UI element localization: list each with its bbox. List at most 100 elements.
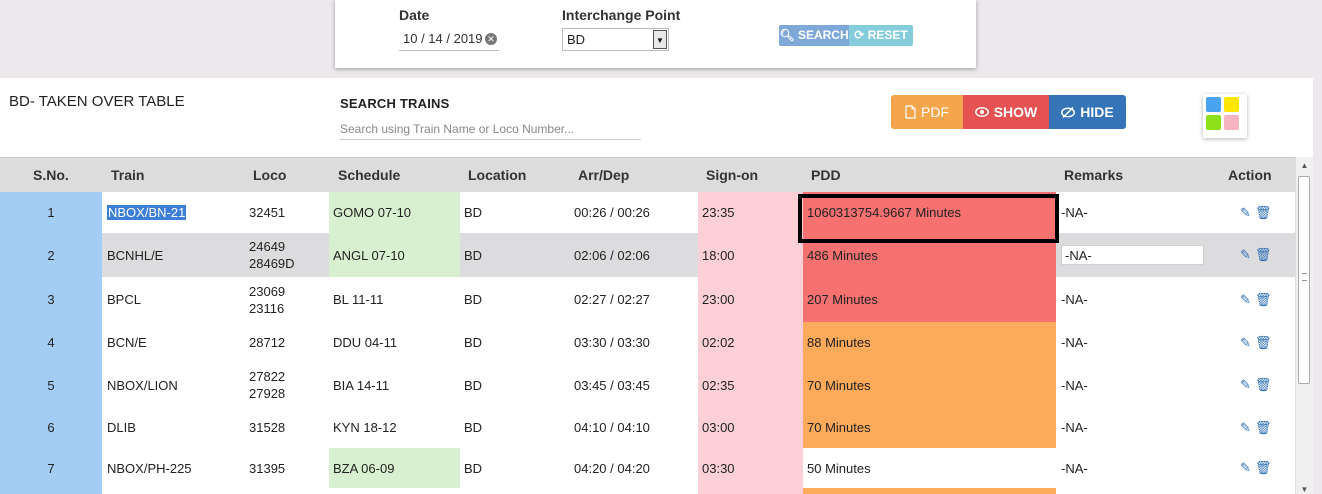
row-signon: 18:00 bbox=[698, 233, 803, 277]
row-sno: 2 bbox=[0, 233, 102, 277]
header-loco[interactable]: Loco bbox=[253, 158, 286, 193]
interchange-label: Interchange Point bbox=[562, 7, 681, 23]
loco-number: 31528 bbox=[249, 420, 286, 435]
edit-icon[interactable]: ✎ bbox=[1240, 377, 1251, 393]
row-pdd: 1060313754.9667 Minutes bbox=[803, 192, 1056, 233]
search-trains-input[interactable] bbox=[340, 118, 641, 140]
trash-icon[interactable]: 🗑︎ bbox=[1255, 460, 1272, 476]
row-schedule: BZA 06-09 bbox=[329, 448, 460, 488]
color-swatch-yellow[interactable] bbox=[1224, 97, 1239, 112]
row-loco: 28712 bbox=[245, 322, 328, 363]
color-swatch-pink[interactable] bbox=[1224, 115, 1239, 130]
edit-icon[interactable]: ✎ bbox=[1240, 247, 1251, 263]
eye-icon bbox=[974, 107, 989, 117]
edit-icon[interactable]: ✎ bbox=[1240, 460, 1251, 476]
header-train[interactable]: Train bbox=[111, 158, 144, 193]
loco-number: 31395 bbox=[249, 460, 286, 476]
row-arrdep: 04:20 / 04:20 bbox=[574, 460, 650, 476]
trash-icon[interactable]: 🗑︎ bbox=[1255, 247, 1272, 263]
table-row[interactable]: 3 BPCL 23069 23116 BL 11-11 BD 02:27 / 02… bbox=[0, 277, 1295, 322]
color-swatch-green[interactable] bbox=[1206, 115, 1221, 130]
row-actions: ✎ 🗑︎ bbox=[1236, 448, 1276, 488]
table-row[interactable]: 2 BCNHL/E 24649 28469D ANGL 07-10 BD 02:0… bbox=[0, 233, 1295, 277]
header-location[interactable]: Location bbox=[468, 158, 526, 193]
table-row[interactable]: 6 DLIB 31528 KYN 18-12 BD 04:10 / 04:10 … bbox=[0, 407, 1295, 448]
header-pdd[interactable]: PDD bbox=[811, 158, 841, 193]
taken-over-panel: BD- TAKEN OVER TABLE SEARCH TRAINS PDF S… bbox=[0, 78, 1313, 494]
row-actions: ✎ 🗑︎ bbox=[1236, 192, 1276, 233]
row-remarks[interactable]: -NA- bbox=[1057, 363, 1207, 407]
row-location: BD bbox=[464, 420, 483, 435]
dropdown-arrow-icon[interactable]: ▼ bbox=[653, 30, 667, 49]
row-signon: 02:35 bbox=[698, 363, 803, 407]
trash-icon[interactable]: 🗑︎ bbox=[1255, 420, 1272, 436]
reset-button[interactable]: ⟳ RESET bbox=[849, 25, 913, 46]
row-arrdep: 03:45 / 03:45 bbox=[574, 377, 650, 393]
row-pdd: 70 Minutes bbox=[803, 407, 1056, 448]
color-swatch-blue[interactable] bbox=[1206, 97, 1221, 112]
table-row[interactable]: 5 NBOX/LION 27822 27928 BIA 14-11 BD 03:4… bbox=[0, 363, 1295, 407]
table-row[interactable]: 4 BCN/E 28712 DDU 04-11 BD 03:30 / 03:30… bbox=[0, 322, 1295, 363]
row-schedule: GOMO 07-10 bbox=[329, 192, 460, 233]
loco-number: 32451 bbox=[249, 205, 286, 220]
trash-icon[interactable]: 🗑︎ bbox=[1255, 377, 1272, 393]
header-signon[interactable]: Sign-on bbox=[706, 158, 758, 193]
header-schedule[interactable]: Schedule bbox=[338, 158, 400, 193]
header-arrdep[interactable]: Arr/Dep bbox=[578, 158, 629, 193]
row-train[interactable]: NBOX/PH-225 bbox=[103, 448, 243, 488]
edit-icon[interactable]: ✎ bbox=[1240, 420, 1251, 436]
scrollbar-thumb[interactable] bbox=[1298, 176, 1310, 384]
row-schedule: KYN 18-12 bbox=[333, 420, 397, 435]
row-train[interactable]: NBOX/BN-21 bbox=[103, 192, 243, 233]
loco-number-2: 23116 bbox=[249, 300, 285, 316]
refresh-icon: ⟳ bbox=[854, 28, 865, 42]
row-loco: 31395 bbox=[245, 448, 328, 488]
row-train[interactable]: NBOX/LION bbox=[103, 363, 243, 407]
row-pdd: 70 Minutes bbox=[803, 363, 1056, 407]
row-pdd: 486 Minutes bbox=[803, 233, 1056, 277]
date-value: 10 / 14 / 2019 bbox=[403, 31, 483, 46]
table-row[interactable]: 1 NBOX/BN-21 32451 GOMO 07-10 BD 00:26 /… bbox=[0, 192, 1295, 233]
header-sno[interactable]: S.No. bbox=[33, 158, 69, 193]
row-schedule: BL 11-11 bbox=[333, 292, 384, 307]
row-remarks[interactable]: -NA- bbox=[1057, 192, 1207, 233]
trash-icon[interactable]: 🗑︎ bbox=[1255, 292, 1272, 308]
edit-icon[interactable]: ✎ bbox=[1240, 335, 1251, 351]
table-scrollbar[interactable]: ▲ ▼ bbox=[1295, 157, 1313, 494]
remarks-input[interactable]: -NA- bbox=[1061, 245, 1204, 265]
interchange-select[interactable]: BD ▼ bbox=[562, 28, 669, 51]
row-remarks[interactable]: -NA- bbox=[1057, 322, 1207, 363]
trash-icon[interactable]: 🗑︎ bbox=[1255, 335, 1272, 351]
edit-icon[interactable]: ✎ bbox=[1240, 205, 1251, 221]
show-button[interactable]: SHOW bbox=[963, 95, 1049, 129]
row-remarks[interactable]: -NA- bbox=[1057, 277, 1207, 322]
row-train[interactable]: BPCL bbox=[103, 277, 243, 322]
row-sno: 7 bbox=[0, 448, 102, 488]
row-train[interactable]: BCN/E bbox=[103, 322, 243, 363]
color-theme-picker[interactable] bbox=[1203, 94, 1247, 138]
row-loco: 27822 27928 bbox=[245, 363, 328, 407]
clear-date-icon[interactable]: ✕ bbox=[485, 33, 497, 45]
date-label: Date bbox=[399, 7, 430, 23]
scroll-up-icon[interactable]: ▲ bbox=[1296, 157, 1313, 174]
row-arrdep: 00:26 / 00:26 bbox=[574, 205, 650, 220]
search-button[interactable]: 🔍︎ SEARCH bbox=[779, 25, 849, 46]
row-location: BD bbox=[464, 205, 483, 220]
trash-icon[interactable]: 🗑︎ bbox=[1255, 205, 1272, 221]
row-train[interactable]: BCNHL/E bbox=[103, 233, 243, 277]
date-input[interactable]: 10 / 14 / 2019 ✕ bbox=[399, 29, 499, 51]
eye-slash-icon bbox=[1061, 106, 1076, 118]
pdf-button[interactable]: PDF bbox=[891, 95, 963, 129]
row-remarks[interactable]: -NA- bbox=[1057, 448, 1207, 488]
hide-button[interactable]: HIDE bbox=[1049, 95, 1126, 129]
row-remarks[interactable]: -NA- bbox=[1057, 407, 1207, 448]
table-row-partial bbox=[0, 488, 1295, 494]
loco-number-2: 27928 bbox=[249, 386, 286, 401]
edit-icon[interactable]: ✎ bbox=[1240, 292, 1251, 308]
row-remarks[interactable]: -NA- bbox=[1057, 233, 1207, 277]
header-remarks[interactable]: Remarks bbox=[1064, 158, 1123, 193]
row-actions: ✎ 🗑︎ bbox=[1236, 277, 1276, 322]
scroll-down-icon[interactable]: ▼ bbox=[1296, 481, 1313, 494]
table-row[interactable]: 7 NBOX/PH-225 31395 BZA 06-09 BD 04:20 /… bbox=[0, 448, 1295, 488]
row-train[interactable]: DLIB bbox=[103, 407, 243, 448]
